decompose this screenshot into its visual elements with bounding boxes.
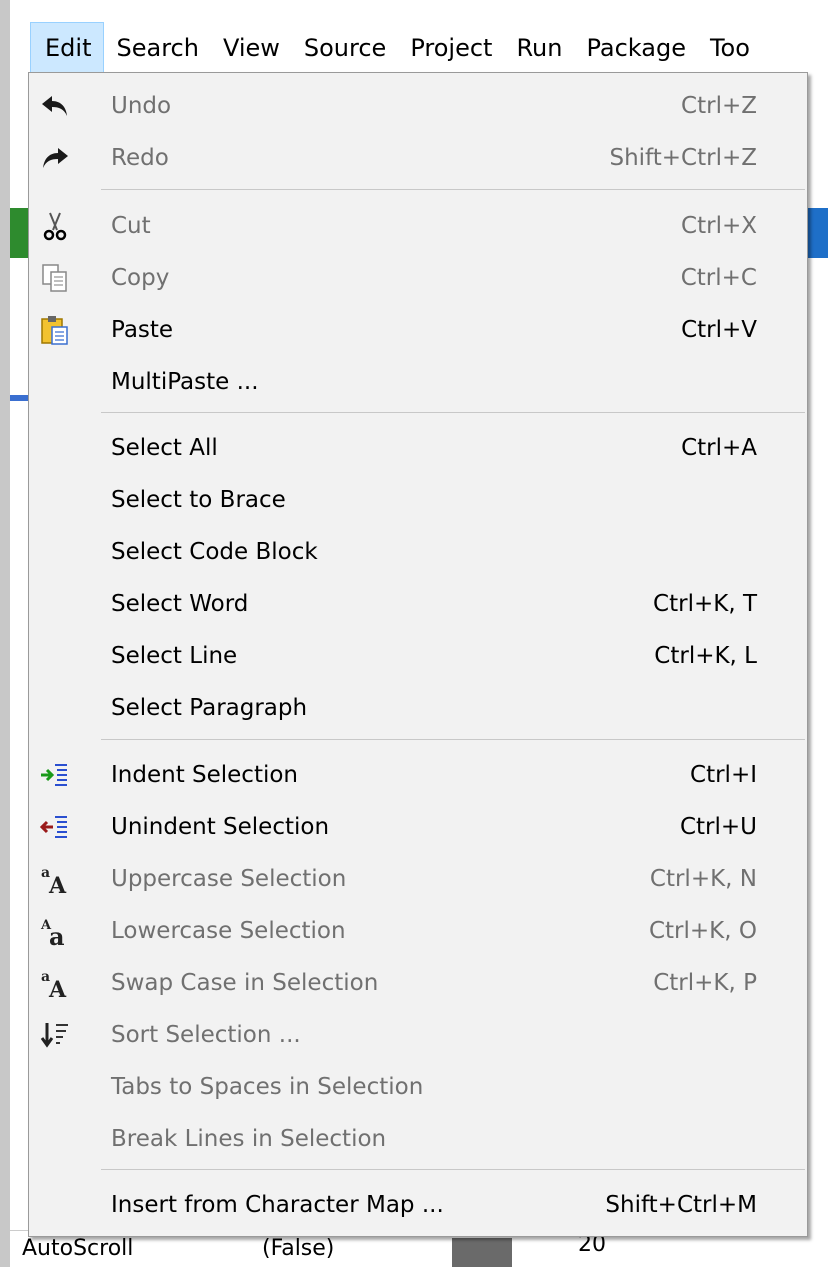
copy-icon bbox=[39, 262, 71, 294]
autoscroll-label: AutoScroll bbox=[22, 1236, 134, 1261]
menu-item-shortcut: Ctrl+K, O bbox=[648, 918, 757, 944]
paste-icon bbox=[39, 314, 71, 346]
menu-item-shortcut: Ctrl+A bbox=[681, 435, 757, 461]
menu-item-select-paragraph[interactable]: Select Paragraph bbox=[29, 683, 807, 733]
uppercase-icon: a A bbox=[39, 863, 71, 895]
menu-item-shortcut: Ctrl+U bbox=[679, 814, 757, 840]
menu-item-select-all[interactable]: Select All Ctrl+A bbox=[29, 423, 807, 473]
menu-item-label: Cut bbox=[111, 213, 151, 239]
menu-item-label: Sort Selection ... bbox=[111, 1022, 301, 1048]
undo-icon bbox=[39, 90, 71, 122]
lowercase-icon: A a bbox=[39, 915, 71, 947]
sort-icon bbox=[39, 1019, 71, 1051]
menu-item-label: Select All bbox=[111, 435, 218, 461]
menu-view[interactable]: View bbox=[211, 22, 292, 74]
menu-edit[interactable]: Edit bbox=[30, 22, 105, 74]
menu-item-label: Insert from Character Map ... bbox=[111, 1192, 444, 1218]
menu-item-label: Unindent Selection bbox=[111, 814, 330, 840]
menu-tools[interactable]: Too bbox=[698, 22, 750, 74]
menu-item-label: Select Code Block bbox=[111, 539, 318, 565]
menu-item-undo[interactable]: Undo Ctrl+Z bbox=[29, 81, 807, 131]
bg-blue-line bbox=[10, 395, 28, 401]
redo-icon bbox=[39, 142, 71, 174]
menu-item-break-lines[interactable]: Break Lines in Selection bbox=[29, 1114, 807, 1164]
scissors-icon bbox=[39, 210, 71, 242]
menu-item-copy[interactable]: Copy Ctrl+C bbox=[29, 253, 807, 303]
menu-item-label: Tabs to Spaces in Selection bbox=[111, 1074, 424, 1100]
edit-dropdown: Undo Ctrl+Z Redo Shift+Ctrl+Z Cut Ctrl+X bbox=[28, 72, 808, 1237]
menu-item-paste[interactable]: Paste Ctrl+V bbox=[29, 305, 807, 355]
menu-item-multipaste[interactable]: MultiPaste ... bbox=[29, 357, 807, 407]
menu-item-shortcut: Ctrl+C bbox=[680, 265, 757, 291]
menu-item-label: Select Line bbox=[111, 643, 238, 669]
menu-item-shortcut: Shift+Ctrl+M bbox=[605, 1192, 757, 1218]
menu-project[interactable]: Project bbox=[398, 22, 504, 74]
menu-item-shortcut: Ctrl+K, L bbox=[654, 643, 757, 669]
swapcase-icon: a A bbox=[39, 967, 71, 999]
bg-green-mark bbox=[10, 208, 28, 258]
svg-text:a: a bbox=[49, 922, 65, 947]
menu-item-label: Undo bbox=[111, 93, 172, 119]
menu-run[interactable]: Run bbox=[504, 22, 574, 74]
menu-item-label: Copy bbox=[111, 265, 170, 291]
menu-item-tabs-to-spaces[interactable]: Tabs to Spaces in Selection bbox=[29, 1062, 807, 1112]
menu-separator bbox=[101, 739, 805, 740]
menu-item-shortcut: Ctrl+K, P bbox=[653, 970, 757, 996]
menu-item-shortcut: Ctrl+K, N bbox=[649, 866, 757, 892]
menu-item-shortcut: Shift+Ctrl+Z bbox=[609, 145, 757, 171]
indent-icon bbox=[39, 759, 71, 791]
menu-item-label: Redo bbox=[111, 145, 169, 171]
menu-separator bbox=[101, 412, 805, 413]
menu-item-shortcut: Ctrl+X bbox=[681, 213, 757, 239]
menu-item-label: Swap Case in Selection bbox=[111, 970, 379, 996]
menu-item-select-to-brace[interactable]: Select to Brace bbox=[29, 475, 807, 525]
window-edge bbox=[0, 0, 10, 1267]
menu-item-label: Indent Selection bbox=[111, 762, 299, 788]
svg-text:A: A bbox=[48, 977, 67, 999]
menu-item-shortcut: Ctrl+Z bbox=[681, 93, 757, 119]
menu-item-select-code-block[interactable]: Select Code Block bbox=[29, 527, 807, 577]
menu-item-label: Select Word bbox=[111, 591, 249, 617]
menu-search[interactable]: Search bbox=[104, 22, 210, 74]
menubar: Edit Search View Source Project Run Pack… bbox=[10, 22, 828, 74]
menu-item-label: Select Paragraph bbox=[111, 695, 308, 721]
menu-item-sort[interactable]: Sort Selection ... bbox=[29, 1010, 807, 1060]
menu-item-uppercase[interactable]: a A Uppercase Selection Ctrl+K, N bbox=[29, 854, 807, 904]
menu-separator bbox=[101, 1169, 805, 1170]
menu-item-swapcase[interactable]: a A Swap Case in Selection Ctrl+K, P bbox=[29, 958, 807, 1008]
menu-item-unindent[interactable]: Unindent Selection Ctrl+U bbox=[29, 802, 807, 852]
menu-item-shortcut: Ctrl+K, T bbox=[653, 591, 757, 617]
menu-item-label: Select to Brace bbox=[111, 487, 286, 513]
menu-item-redo[interactable]: Redo Shift+Ctrl+Z bbox=[29, 133, 807, 183]
menu-item-label: MultiPaste ... bbox=[111, 369, 259, 395]
autoscroll-value: (False) bbox=[262, 1236, 335, 1261]
menu-item-shortcut: Ctrl+V bbox=[681, 317, 757, 343]
menu-item-cut[interactable]: Cut Ctrl+X bbox=[29, 201, 807, 251]
menu-separator bbox=[101, 189, 805, 190]
menu-item-indent[interactable]: Indent Selection Ctrl+I bbox=[29, 750, 807, 800]
menu-item-select-line[interactable]: Select Line Ctrl+K, L bbox=[29, 631, 807, 681]
menu-item-shortcut: Ctrl+I bbox=[690, 762, 757, 788]
menu-item-label: Paste bbox=[111, 317, 174, 343]
menu-package[interactable]: Package bbox=[574, 22, 697, 74]
menu-item-select-word[interactable]: Select Word Ctrl+K, T bbox=[29, 579, 807, 629]
menu-item-label: Break Lines in Selection bbox=[111, 1126, 387, 1152]
bg-blue-bar bbox=[808, 208, 828, 258]
bg-scroll-thumb bbox=[452, 1238, 512, 1267]
menu-item-label: Lowercase Selection bbox=[111, 918, 346, 944]
menu-item-lowercase[interactable]: A a Lowercase Selection Ctrl+K, O bbox=[29, 906, 807, 956]
menu-item-label: Uppercase Selection bbox=[111, 866, 347, 892]
menu-source[interactable]: Source bbox=[292, 22, 398, 74]
menu-item-insert-char-map[interactable]: Insert from Character Map ... Shift+Ctrl… bbox=[29, 1180, 807, 1230]
svg-text:A: A bbox=[48, 873, 67, 895]
unindent-icon bbox=[39, 811, 71, 843]
